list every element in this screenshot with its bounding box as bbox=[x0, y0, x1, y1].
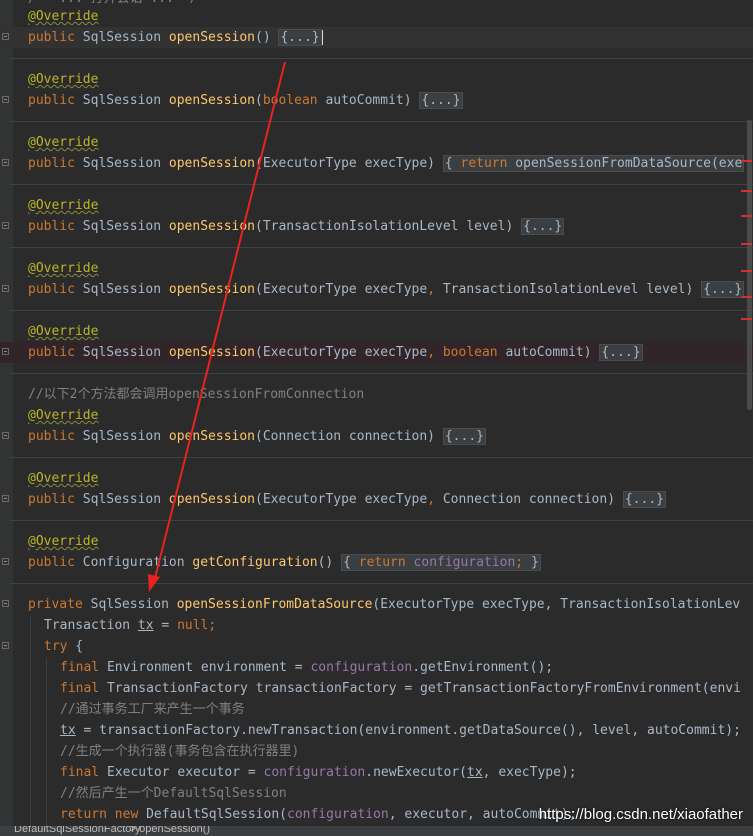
breadcrumb-method[interactable]: openSession() bbox=[139, 826, 210, 835]
fold-toggle-icon[interactable] bbox=[2, 33, 9, 40]
folded-code-block[interactable]: {...} bbox=[622, 491, 666, 508]
folded-code-block[interactable]: {...} bbox=[278, 29, 322, 46]
folded-code-block[interactable]: {...} bbox=[599, 344, 643, 361]
code-line[interactable]: public Configuration getConfiguration() … bbox=[0, 552, 753, 573]
method-name: getConfiguration bbox=[192, 555, 318, 570]
override-annotation: @Override bbox=[28, 261, 99, 276]
fold-toggle-icon[interactable] bbox=[2, 558, 9, 565]
error-stripe-marker[interactable] bbox=[741, 243, 752, 245]
code-line: @Override bbox=[0, 132, 753, 153]
method-name: openSession bbox=[168, 219, 255, 234]
method-name: openSessionFromDataSource bbox=[176, 597, 373, 612]
code-line: //通过事务工厂来产生一个事务 bbox=[0, 699, 753, 720]
code-line: final Environment environment = configur… bbox=[60, 660, 554, 675]
method-name: openSession bbox=[168, 93, 255, 108]
breadcrumb-class[interactable]: DefaultSqlSessionFactory bbox=[14, 826, 141, 835]
fold-toggle-icon[interactable] bbox=[2, 432, 9, 439]
method-separator bbox=[10, 520, 753, 521]
code-line: final Executor executor = configuration.… bbox=[60, 765, 577, 780]
override-annotation: @Override bbox=[28, 471, 99, 486]
code-line-highlighted[interactable]: public SqlSession openSession(ExecutorTy… bbox=[0, 342, 753, 363]
override-annotation: @Override bbox=[28, 408, 99, 423]
error-stripe-marker[interactable] bbox=[741, 190, 752, 192]
code-line: //生成一个执行器(事务包含在执行器里) bbox=[0, 741, 753, 762]
method-name: openSession bbox=[168, 429, 255, 444]
code-line: try { bbox=[0, 636, 753, 657]
fold-toggle-icon[interactable] bbox=[2, 642, 9, 649]
code-line[interactable]: public SqlSession openSession(ExecutorTy… bbox=[0, 153, 753, 174]
method-separator bbox=[10, 457, 753, 458]
folded-code-block[interactable]: {...} bbox=[442, 428, 486, 445]
fold-toggle-icon[interactable] bbox=[2, 348, 9, 355]
method-separator bbox=[10, 247, 753, 248]
code-line: @Override bbox=[0, 69, 753, 90]
method-name: openSession bbox=[168, 30, 255, 45]
error-stripe-marker[interactable] bbox=[741, 215, 752, 217]
code-line: @Override bbox=[0, 6, 753, 27]
folded-inline-body[interactable]: { return openSessionFromDataSource(exe bbox=[442, 155, 745, 172]
code-line: Transaction tx = null; bbox=[44, 618, 217, 633]
watermark: https://blog.csdn.net/xiaofather bbox=[538, 806, 743, 823]
error-stripe-marker[interactable] bbox=[741, 160, 752, 162]
method-separator bbox=[10, 58, 753, 59]
code-line[interactable]: public SqlSession openSession(Transactio… bbox=[0, 216, 753, 237]
error-stripe-marker[interactable] bbox=[741, 318, 752, 320]
method-separator bbox=[10, 184, 753, 185]
fold-toggle-icon[interactable] bbox=[2, 159, 9, 166]
code-comment: //通过事务工厂来产生一个事务 bbox=[60, 702, 245, 717]
error-stripe-marker[interactable] bbox=[741, 296, 752, 298]
code-comment: //然后产生一个DefaultSqlSession bbox=[60, 786, 287, 801]
breadcrumb-separator: > bbox=[126, 826, 140, 835]
override-annotation: @Override bbox=[28, 9, 99, 24]
folded-code-block[interactable]: {...} bbox=[419, 92, 463, 109]
text-caret bbox=[321, 30, 323, 45]
code-line[interactable]: public SqlSession openSession(ExecutorTy… bbox=[0, 489, 753, 510]
method-name: openSession bbox=[168, 345, 255, 360]
method-name: openSession bbox=[168, 156, 255, 171]
fold-toggle-icon[interactable] bbox=[2, 495, 9, 502]
method-separator bbox=[10, 373, 753, 374]
code-line[interactable]: public SqlSession openSession() {...} bbox=[0, 27, 753, 48]
folded-inline-body[interactable]: { return configuration; } bbox=[341, 554, 541, 571]
override-annotation: @Override bbox=[28, 198, 99, 213]
code-line: tx = transactionFactory.newTransaction(e… bbox=[60, 723, 741, 738]
code-line: @Override bbox=[0, 468, 753, 489]
code-line: //以下2个方法都会调用openSessionFromConnection bbox=[0, 384, 753, 405]
code-line[interactable]: public SqlSession openSession(ExecutorTy… bbox=[0, 279, 753, 300]
code-line: @Override bbox=[0, 531, 753, 552]
code-comment: //以下2个方法都会调用openSessionFromConnection bbox=[28, 387, 365, 402]
code-line: final TransactionFactory transactionFact… bbox=[60, 681, 741, 696]
code-line[interactable]: private SqlSession openSessionFromDataSo… bbox=[0, 594, 753, 615]
code-comment: //生成一个执行器(事务包含在执行器里) bbox=[60, 744, 300, 759]
fold-toggle-icon[interactable] bbox=[2, 96, 9, 103]
code-line: @Override bbox=[0, 258, 753, 279]
code-line: //然后产生一个DefaultSqlSession bbox=[0, 783, 753, 804]
error-stripe-marker[interactable] bbox=[741, 270, 752, 272]
method-separator bbox=[10, 583, 753, 584]
code-line: @Override bbox=[0, 195, 753, 216]
code-line[interactable]: public SqlSession openSession(Connection… bbox=[0, 426, 753, 447]
method-name: openSession bbox=[168, 492, 255, 507]
code-editor[interactable]: /** ... 打开会话 ... */ @Override public Sql… bbox=[0, 0, 753, 835]
code-line: @Override bbox=[0, 321, 753, 342]
fold-toggle-icon[interactable] bbox=[2, 285, 9, 292]
fold-toggle-icon[interactable] bbox=[2, 222, 9, 229]
folded-code-block[interactable]: {...} bbox=[701, 281, 745, 298]
code-line[interactable]: public SqlSession openSession(boolean au… bbox=[0, 90, 753, 111]
code-line: @Override bbox=[0, 405, 753, 426]
override-annotation: @Override bbox=[28, 534, 99, 549]
method-separator bbox=[10, 121, 753, 122]
folded-code-block[interactable]: {...} bbox=[521, 218, 565, 235]
vertical-scrollbar[interactable] bbox=[747, 120, 752, 410]
method-name: openSession bbox=[168, 282, 255, 297]
override-annotation: @Override bbox=[28, 324, 99, 339]
method-separator bbox=[10, 310, 753, 311]
fold-toggle-icon[interactable] bbox=[2, 600, 9, 607]
override-annotation: @Override bbox=[28, 135, 99, 150]
override-annotation: @Override bbox=[28, 72, 99, 87]
